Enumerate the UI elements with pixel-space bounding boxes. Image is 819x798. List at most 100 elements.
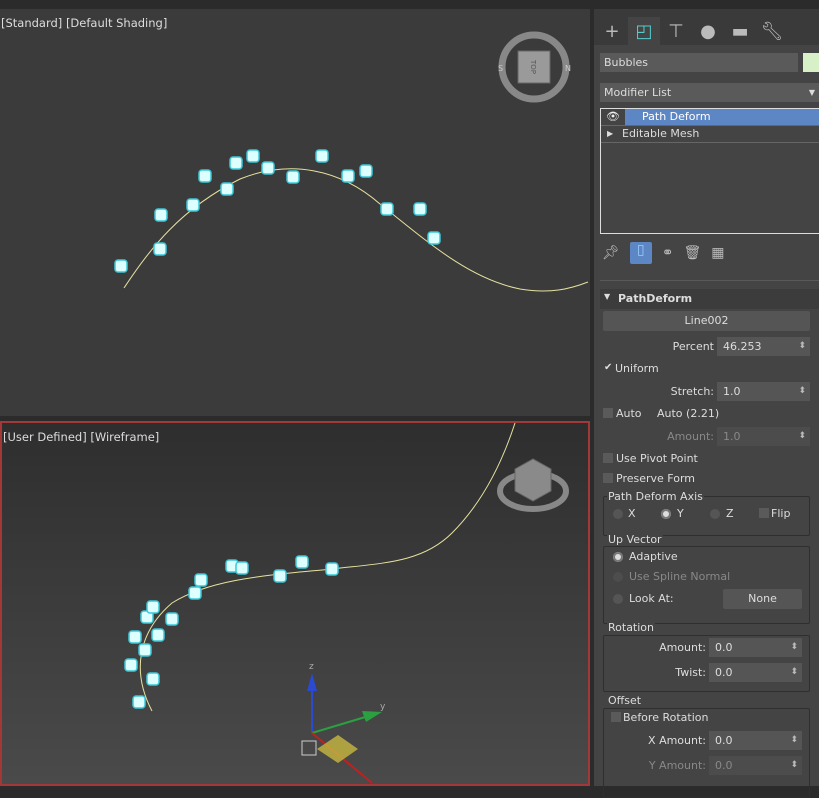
bubble [165, 612, 179, 626]
viewport-bottom[interactable]: [User Defined] [Wireframe] z y [0, 421, 590, 786]
divider [600, 280, 819, 281]
adaptive-radio[interactable] [613, 552, 623, 562]
axis-z-label: Z [726, 507, 734, 520]
look-at-radio[interactable] [613, 594, 623, 604]
spline-normal-label: Use Spline Normal [629, 570, 731, 583]
svg-text:z: z [309, 662, 314, 672]
viewcube [497, 458, 569, 512]
before-rotation-label: Before Rotation [623, 711, 709, 724]
viewport-top[interactable]: [Standard] [Default Shading] TOP SN [0, 9, 590, 416]
pin-stack-icon[interactable]: 📌︎ [602, 245, 620, 261]
rotation-amount-label: Amount: [659, 641, 706, 654]
utilities-tab-wrench-icon[interactable]: 🔧︎ [756, 17, 788, 45]
look-at-button[interactable]: None [723, 589, 802, 609]
stack-item-label: Editable Mesh [622, 127, 700, 140]
bubble [380, 202, 394, 216]
before-rotation-checkbox[interactable] [611, 712, 621, 722]
uniform-checkbox[interactable]: ✔ [604, 362, 612, 373]
modifier-list-label: Modifier List [604, 86, 672, 99]
use-pivot-label: Use Pivot Point [616, 452, 698, 465]
bubble [124, 658, 138, 672]
bubbles [124, 555, 339, 709]
axis-x-label: X [628, 507, 636, 520]
display-tab-display-icon[interactable]: ▬ [724, 17, 756, 45]
eye-icon[interactable]: 👁︎ [601, 109, 625, 125]
group-title: Offset [607, 694, 643, 707]
svg-text:N: N [565, 64, 571, 73]
twist-spinner[interactable]: 0.0 [709, 663, 802, 682]
bubble [413, 202, 427, 216]
spline-normal-radio[interactable] [613, 572, 623, 582]
svg-text:S: S [498, 64, 503, 73]
flip-checkbox[interactable] [759, 508, 769, 518]
bubble [261, 161, 275, 175]
bubble [186, 198, 200, 212]
x-amount-spinner[interactable]: 0.0 [709, 731, 802, 750]
percent-label: Percent [672, 340, 714, 353]
stretch-label: Stretch: [670, 385, 714, 398]
bubble [315, 149, 329, 163]
axis-y-label: Y [677, 507, 684, 520]
stack-item-editable-mesh[interactable]: ▶ Editable Mesh [601, 126, 819, 143]
motion-tab-motion-icon[interactable]: ● [692, 17, 724, 45]
object-name-input[interactable]: Bubbles [600, 53, 798, 72]
object-color-swatch[interactable] [803, 53, 819, 72]
show-end-result-icon[interactable]: ▯ [629, 242, 652, 264]
bubble [229, 156, 243, 170]
bubble [273, 569, 287, 583]
auto-label: Auto [616, 407, 642, 420]
rollout-header[interactable]: ▼ PathDeform [600, 289, 819, 309]
transform-gizmo: z y [301, 662, 386, 784]
path-spline [123, 168, 589, 292]
bubble [246, 149, 260, 163]
bubble [295, 555, 309, 569]
percent-spinner[interactable]: 46.253 [717, 337, 810, 356]
bubble [341, 169, 355, 183]
x-amount-label: X Amount: [648, 734, 706, 747]
stack-item-path-deform[interactable]: 👁︎ Path Deform [601, 109, 819, 126]
bubble [188, 586, 202, 600]
create-tab-plus-icon[interactable]: + [596, 17, 628, 45]
flip-label: Flip [771, 507, 791, 520]
bottom-scene: z y [124, 423, 569, 784]
modify-tab-modify-icon[interactable]: ◰ [628, 17, 660, 45]
axis-z-radio[interactable] [710, 509, 720, 519]
make-unique-icon[interactable]: ⚭ [662, 245, 674, 261]
modifier-list-dropdown[interactable]: Modifier List ▼ [600, 83, 819, 102]
twist-label: Twist: [675, 666, 706, 679]
bubbles [114, 149, 441, 273]
hierarchy-tab-hierarchy-icon[interactable]: ⊤ [660, 17, 692, 45]
axis-y-radio[interactable] [661, 509, 671, 519]
expand-arrow-icon[interactable]: ▶ [607, 126, 613, 142]
amount-spinner[interactable]: 1.0 [717, 427, 810, 446]
viewcube: TOP S N [498, 31, 571, 103]
adaptive-label: Adaptive [629, 550, 678, 563]
use-pivot-checkbox[interactable] [603, 453, 613, 463]
stretch-spinner[interactable]: 1.0 [717, 382, 810, 401]
group-title: Up Vector [607, 533, 663, 546]
bubble [286, 170, 300, 184]
path-pick-button[interactable]: Line002 [603, 311, 810, 331]
trash-icon[interactable]: 🗑︎ [684, 245, 702, 261]
bubble [128, 630, 142, 644]
modifier-stack: 👁︎ Path Deform ▶ Editable Mesh [600, 108, 819, 234]
svg-text:TOP: TOP [529, 59, 537, 74]
bubble [151, 628, 165, 642]
configure-modifier-sets-icon[interactable]: ▦ [711, 245, 724, 261]
command-panel: + ◰ ⊤ ● ▬ 🔧︎ Bubbles Modifier List ▼ 👁︎ Pa… [594, 9, 819, 798]
top-scene: TOP S N [114, 31, 589, 292]
rollout-title: PathDeform [618, 292, 693, 305]
bubble [153, 242, 167, 256]
auto-checkbox[interactable] [603, 408, 613, 418]
axis-x-radio[interactable] [613, 509, 623, 519]
rotation-amount-spinner[interactable]: 0.0 [709, 638, 802, 657]
svg-text:y: y [380, 702, 386, 712]
bubble [138, 643, 152, 657]
look-at-label: Look At: [629, 592, 674, 605]
preserve-form-label: Preserve Form [616, 472, 695, 485]
y-amount-spinner[interactable]: 0.0 [709, 756, 802, 775]
group-title: Path Deform Axis [607, 490, 704, 503]
preserve-form-checkbox[interactable] [603, 473, 613, 483]
group-title: Rotation [607, 621, 656, 634]
bubble [114, 259, 128, 273]
